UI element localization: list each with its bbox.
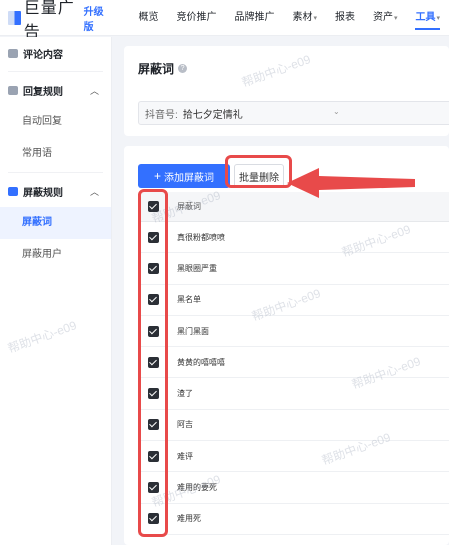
page-title: 屏蔽词 ?: [138, 60, 188, 77]
table-row: 真很粉都喷喷: [138, 222, 449, 254]
block-word: 黑名单: [177, 295, 201, 305]
table-row: 黑眼圈严重: [138, 253, 449, 285]
nav-menu: 概览 竞价推广 品牌推广 素材▾ 报表 资产▾ 工具▾: [129, 0, 449, 36]
chevron-down-icon: ⌄: [333, 107, 340, 116]
table-row: 黑名单: [138, 285, 449, 316]
table-row: 难评: [138, 441, 449, 473]
table-row: 难用的要死: [138, 472, 449, 504]
brand-logo[interactable]: 巨量广告 升级版: [8, 0, 108, 41]
sidebar-item-comments[interactable]: 评论内容: [0, 37, 111, 69]
sidebar-item-common-phrases[interactable]: 常用语: [0, 138, 111, 170]
block-word: 黑门黑面: [177, 326, 209, 336]
table-row: 难用死: [138, 504, 449, 535]
account-value: 拾七夕定情礼: [182, 109, 243, 121]
divider: [8, 172, 103, 173]
block-word: 阿吉: [177, 420, 193, 430]
block-words-card: + 添加屏蔽词 批量删除 屏蔽词 真很粉都喷喷 黑眼圈严重 黑名单 黑门黑面 黄…: [124, 146, 449, 545]
table-row: 阿吉: [138, 410, 449, 442]
logo-mark-icon: [8, 10, 21, 25]
table-row: 黄黄的嘻嘻嘻: [138, 347, 449, 379]
chevron-down-icon: ▾: [313, 14, 317, 22]
upgrade-badge[interactable]: 升级版: [84, 3, 108, 33]
block-word: 难评: [177, 451, 193, 461]
nav-reports[interactable]: 报表: [326, 0, 364, 36]
nav-material[interactable]: 素材▾: [283, 0, 326, 36]
block-word: 真很粉都喷喷: [177, 232, 225, 242]
account-select[interactable]: 抖音号: 拾七夕定情礼 ⌄: [138, 101, 449, 125]
help-icon[interactable]: ?: [178, 64, 188, 73]
nav-overview[interactable]: 概览: [129, 0, 167, 36]
top-nav: 巨量广告 升级版 概览 竞价推广 品牌推广 素材▾ 报表 资产▾ 工具▾: [0, 0, 449, 41]
account-label: 抖音号:: [145, 109, 178, 121]
sidebar-item-block-users[interactable]: 屏蔽用户: [0, 239, 111, 271]
nav-brand[interactable]: 品牌推广: [225, 0, 283, 36]
block-word: 黄黄的嘻嘻嘻: [177, 357, 225, 367]
table-row: 黑门黑面: [138, 316, 449, 348]
block-words-table: 屏蔽词 真很粉都喷喷 黑眼圈严重 黑名单 黑门黑面 黄黄的嘻嘻嘻 渣了 阿吉 难…: [138, 192, 449, 535]
chevron-down-icon: ▾: [436, 14, 440, 22]
block-word: 难用死: [177, 514, 201, 524]
divider: [8, 71, 103, 72]
nav-bidding[interactable]: 竞价推广: [167, 0, 225, 36]
chevron-down-icon: ▾: [393, 14, 398, 22]
batch-delete-highlight: [225, 155, 292, 188]
plus-icon: +: [153, 169, 161, 183]
pointer-arrow-icon: [287, 168, 415, 198]
nav-tools[interactable]: 工具▾: [406, 0, 449, 36]
add-block-word-button[interactable]: + 添加屏蔽词: [138, 164, 230, 188]
sidebar-group-block-rules[interactable]: 屏蔽规则 ︿: [0, 175, 111, 207]
table-row: 渣了: [138, 378, 449, 410]
sidebar-item-block-words[interactable]: 屏蔽词: [0, 207, 111, 239]
block-word: 难用的要死: [177, 483, 217, 493]
sidebar-group-reply-rules[interactable]: 回复规则 ︿: [0, 74, 111, 106]
brand-name: 巨量广告: [23, 0, 75, 41]
sidebar-item-auto-reply[interactable]: 自动回复: [0, 106, 111, 138]
block-word: 渣了: [177, 389, 193, 399]
checkbox-column-highlight: [138, 189, 168, 537]
comment-icon: [8, 48, 18, 58]
column-header-word: 屏蔽词: [177, 202, 201, 211]
chevron-up-icon[interactable]: ︿: [90, 84, 99, 97]
chevron-up-icon[interactable]: ︿: [90, 185, 99, 198]
nav-assets[interactable]: 资产▾: [364, 0, 407, 36]
reply-icon: [8, 85, 18, 95]
block-word: 黑眼圈严重: [177, 263, 217, 273]
sidebar: 评论内容 回复规则 ︿ 自动回复 常用语 屏蔽规则 ︿ 屏蔽词 屏蔽用户: [0, 37, 112, 545]
block-icon: [8, 186, 18, 196]
header-card: 屏蔽词 ? 抖音号: 拾七夕定情礼 ⌄: [124, 46, 449, 136]
